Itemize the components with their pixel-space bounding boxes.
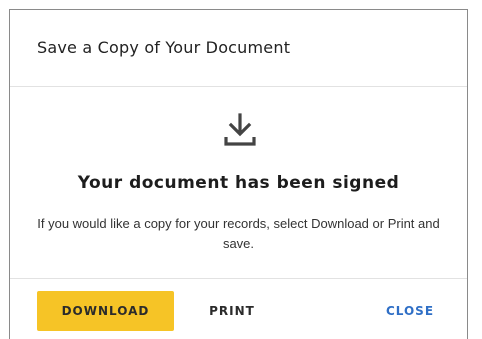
- dialog-title: Save a Copy of Your Document: [37, 38, 291, 57]
- save-copy-dialog: Save a Copy of Your Document Your docume…: [9, 9, 468, 339]
- signed-heading: Your document has been signed: [77, 173, 400, 193]
- dialog-body: Your document has been signed If you wou…: [10, 87, 467, 279]
- dialog-header: Save a Copy of Your Document: [10, 10, 467, 87]
- close-button[interactable]: CLOSE: [374, 291, 446, 331]
- dialog-footer: DOWNLOAD PRINT CLOSE: [10, 279, 467, 339]
- print-button[interactable]: PRINT: [196, 291, 268, 331]
- signed-description: If you would like a copy for your record…: [37, 216, 440, 251]
- download-button[interactable]: DOWNLOAD: [37, 291, 174, 331]
- download-icon: [224, 113, 256, 146]
